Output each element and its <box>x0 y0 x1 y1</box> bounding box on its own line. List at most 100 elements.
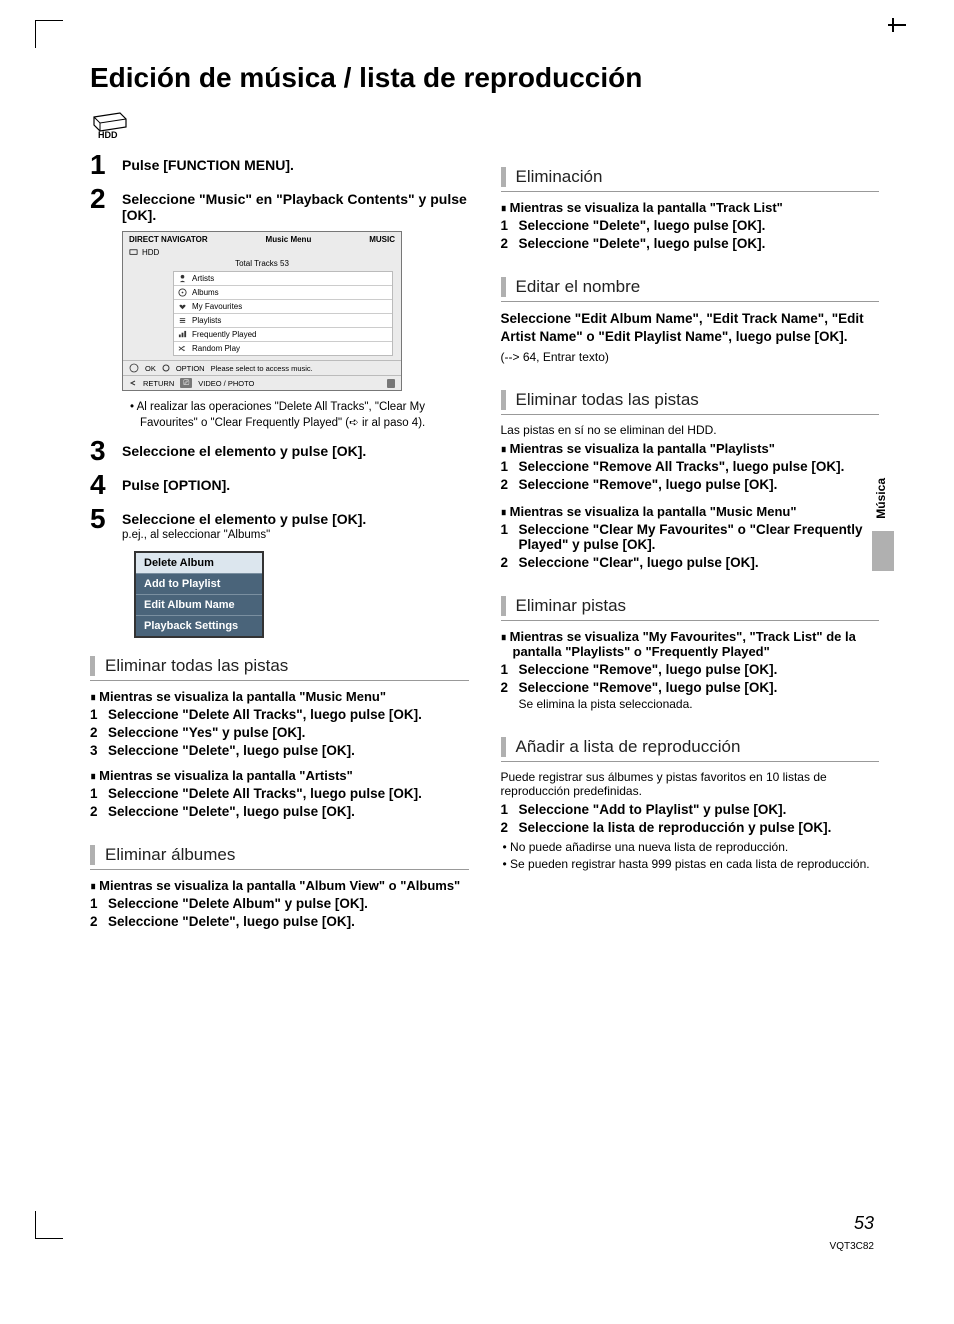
footer-return: RETURN <box>143 379 174 388</box>
tab-tag: ⎚ <box>180 378 192 388</box>
step-number: 4 <box>90 471 122 499</box>
ui-item-albums[interactable]: Albums <box>174 286 392 300</box>
ui-header-mid: Music Menu <box>266 235 312 244</box>
section-bar-icon <box>501 596 506 616</box>
context-line: Mientras se visualiza la pantalla "Music… <box>501 504 880 519</box>
step-number: 3 <box>90 437 122 465</box>
ui-item-label: My Favourites <box>192 302 242 311</box>
side-tab-block <box>872 531 894 571</box>
ui-item-label: Random Play <box>192 344 240 353</box>
section-rule <box>90 869 469 870</box>
section-header: Eliminar álbumes <box>90 845 469 865</box>
crop-mark-bl <box>35 1211 63 1239</box>
note-item: Se pueden registrar hasta 999 pistas en … <box>503 856 880 872</box>
ui-item-label: Frequently Played <box>192 330 256 339</box>
ui-total-tracks: Total Tracks 53 <box>123 258 401 271</box>
svg-text:HDD: HDD <box>98 130 118 139</box>
doc-code: VQT3C82 <box>830 1241 874 1252</box>
step-text: Pulse [OPTION]. <box>122 471 230 493</box>
step-2: 2 Seleccione "Music" en "Playback Conten… <box>90 185 469 223</box>
step-1: 1 Pulse [FUNCTION MENU]. <box>90 151 469 179</box>
context-line: Mientras se visualiza la pantalla "Artis… <box>90 768 469 783</box>
step-text: Seleccione "Music" en "Playback Contents… <box>122 185 469 223</box>
crop-mark-tr-h <box>888 24 906 26</box>
instruction-line: 2Seleccione "Remove", luego pulse [OK].S… <box>501 680 880 711</box>
option-item-delete-album[interactable]: Delete Album <box>136 553 262 574</box>
dpad-icon <box>129 363 139 373</box>
section-rule <box>501 191 880 192</box>
step2-note: Al realizar las operaciones "Delete All … <box>130 399 469 431</box>
instruction-line: 1Seleccione "Clear My Favourites" o "Cle… <box>501 522 880 552</box>
page-number: 53 <box>854 1213 874 1234</box>
context-line: Mientras se visualiza la pantalla "Playl… <box>501 441 880 456</box>
side-tab: Música <box>872 470 894 571</box>
section-title: Eliminar pistas <box>516 596 627 616</box>
crop-mark-tl <box>35 20 63 48</box>
ui-item-label: Albums <box>192 288 219 297</box>
section-header: Eliminar todas las pistas <box>501 390 880 410</box>
step-3: 3 Seleccione el elemento y pulse [OK]. <box>90 437 469 465</box>
step-5: 5 Seleccione el elemento y pulse [OK]. p… <box>90 505 469 541</box>
manual-page: Edición de música / lista de reproducció… <box>0 0 954 1324</box>
hdd-icon: HDD <box>90 111 130 139</box>
cross-ref: (--> 64, Entrar texto) <box>501 350 880 364</box>
instruction-line: 2Seleccione "Delete", luego pulse [OK]. <box>90 914 469 929</box>
section-header: Eliminar pistas <box>501 596 880 616</box>
option-item-edit-album[interactable]: Edit Album Name <box>136 595 262 616</box>
section-intro: Las pistas en sí no se eliminan del HDD. <box>501 423 880 437</box>
return-icon <box>129 379 137 387</box>
instruction-line: 2Seleccione "Delete", luego pulse [OK]. <box>501 236 880 251</box>
ui-item-label: Playlists <box>192 316 221 325</box>
step-number: 1 <box>90 151 122 179</box>
section-title: Eliminar todas las pistas <box>105 656 288 676</box>
heart-icon <box>178 302 187 311</box>
ui-item-favourites[interactable]: My Favourites <box>174 300 392 314</box>
section-rule <box>501 301 880 302</box>
chart-icon <box>178 330 187 339</box>
section-title: Añadir a lista de reproducción <box>516 737 741 757</box>
section-header: Añadir a lista de reproducción <box>501 737 880 757</box>
page-title: Edición de música / lista de reproducció… <box>90 60 879 95</box>
instruction-line: 1Seleccione "Delete", luego pulse [OK]. <box>501 218 880 233</box>
instruction-line: 1Seleccione "Delete Album" y pulse [OK]. <box>90 896 469 911</box>
step5-sub: p.ej., al seleccionar "Albums" <box>122 529 366 541</box>
note-text: Al realizar las operaciones "Delete All … <box>130 399 469 431</box>
instruction-line: 1Seleccione "Add to Playlist" y pulse [O… <box>501 802 880 817</box>
ui-footer: OK OPTION Please select to access music. <box>123 360 401 375</box>
color-tag <box>387 379 395 388</box>
ui-hdd-label: HDD <box>142 248 159 257</box>
instruction-line: 2Seleccione "Clear", luego pulse [OK]. <box>501 555 880 570</box>
option-item-playback[interactable]: Playback Settings <box>136 616 262 636</box>
footer-tab: VIDEO / PHOTO <box>198 379 254 388</box>
step-text: Pulse [FUNCTION MENU]. <box>122 151 294 173</box>
section-header: Editar el nombre <box>501 277 880 297</box>
ui-item-playlists[interactable]: Playlists <box>174 314 392 328</box>
footer-hint: Please select to access music. <box>211 364 395 373</box>
section-intro: Puede registrar sus álbumes y pistas fav… <box>501 770 880 798</box>
section-bar-icon <box>501 390 506 410</box>
section-bar-icon <box>501 277 506 297</box>
section-bar-icon <box>90 845 95 865</box>
section-bar-icon <box>501 737 506 757</box>
note-item: No puede añadirse una nueva lista de rep… <box>503 839 880 855</box>
instruction-line: 2Seleccione "Yes" y pulse [OK]. <box>90 725 469 740</box>
ui-item-frequent[interactable]: Frequently Played <box>174 328 392 342</box>
context-line: Mientras se visualiza la pantalla "Music… <box>90 689 469 704</box>
ui-header-right: MUSIC <box>369 235 395 244</box>
left-column: HDD 1 Pulse [FUNCTION MENU]. 2 Seleccion… <box>90 111 469 932</box>
section-rule <box>501 761 880 762</box>
circle-icon <box>162 364 170 372</box>
ui-item-artists[interactable]: Artists <box>174 272 392 286</box>
step-text: Seleccione el elemento y pulse [OK]. <box>122 437 366 459</box>
instruction-line: 2Seleccione "Delete", luego pulse [OK]. <box>90 804 469 819</box>
option-item-add-playlist[interactable]: Add to Playlist <box>136 574 262 595</box>
ui-header: DIRECT NAVIGATOR Music Menu MUSIC <box>123 232 401 247</box>
ui-item-random[interactable]: Random Play <box>174 342 392 355</box>
shuffle-icon <box>178 344 187 353</box>
section-title: Eliminar álbumes <box>105 845 235 865</box>
context-line: Mientras se visualiza la pantalla "Track… <box>501 200 880 215</box>
section-title: Eliminar todas las pistas <box>516 390 699 410</box>
hdd-mini-icon <box>129 248 138 257</box>
ui-item-label: Artists <box>192 274 214 283</box>
ui-hdd-row: HDD <box>123 247 401 258</box>
